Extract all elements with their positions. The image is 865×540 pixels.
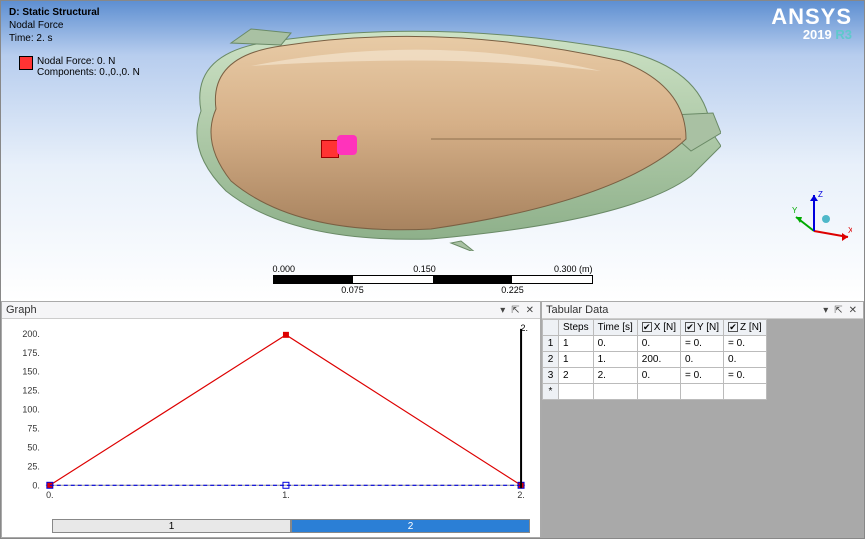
close-icon[interactable]: ✕ [524, 305, 536, 316]
graph-panel-header[interactable]: Graph ▾ ⇱ ✕ [2, 302, 540, 319]
bottom-panels: Graph ▾ ⇱ ✕ 200. 175. 150. 125. 100. [1, 301, 864, 538]
dropdown-icon[interactable]: ▾ [821, 305, 830, 316]
svg-text:0.: 0. [46, 490, 53, 500]
dropdown-icon[interactable]: ▾ [498, 305, 507, 316]
info-block: D: Static Structural Nodal Force Time: 2… [9, 6, 100, 45]
tabular-panel-header[interactable]: Tabular Data ▾ ⇱ ✕ [542, 302, 863, 319]
node-marker-icon [337, 135, 357, 155]
tabular-body: Steps Time [s] ✔X [N] ✔Y [N] ✔Z [N] 1 10… [542, 319, 863, 537]
legend: Nodal Force: 0. N Components: 0.,0.,0. N [19, 56, 140, 78]
model-geometry[interactable] [131, 21, 721, 251]
graph-chart[interactable]: 200. 175. 150. 125. 100. 75. 50. 25. 0. [2, 319, 540, 537]
svg-text:X: X [848, 226, 852, 235]
svg-text:175.: 175. [22, 348, 39, 358]
checkbox-icon[interactable]: ✔ [642, 322, 652, 332]
svg-text:150.: 150. [22, 367, 39, 377]
table-row[interactable]: 3 22. 0.= 0.= 0. [543, 368, 767, 384]
svg-text:50.: 50. [27, 442, 39, 452]
legend-text: Nodal Force: 0. N Components: 0.,0.,0. N [37, 56, 140, 78]
svg-text:0.: 0. [32, 480, 39, 490]
checkbox-icon[interactable]: ✔ [728, 322, 738, 332]
table-header-row: Steps Time [s] ✔X [N] ✔Y [N] ✔Z [N] [543, 320, 767, 336]
svg-text:Z: Z [818, 190, 823, 199]
step-bar[interactable]: 1 2 [52, 519, 530, 533]
legend-swatch [19, 56, 33, 70]
tabular-panel-title: Tabular Data [546, 304, 608, 316]
viewport-3d[interactable]: D: Static Structural Nodal Force Time: 2… [1, 1, 864, 301]
svg-text:100.: 100. [22, 405, 39, 415]
tabular-panel: Tabular Data ▾ ⇱ ✕ Steps Time [s] ✔X [N]… [541, 301, 864, 538]
load-marker[interactable] [321, 139, 353, 159]
triad-icon[interactable]: X Y Z [792, 189, 852, 249]
pin-icon[interactable]: ⇱ [832, 305, 844, 316]
svg-text:Y: Y [792, 206, 798, 215]
tabular-data-table[interactable]: Steps Time [s] ✔X [N] ✔Y [N] ✔Z [N] 1 10… [542, 319, 767, 400]
close-icon[interactable]: ✕ [847, 305, 859, 316]
scale-bar: 0.0000.1500.300 (m) 0.0750.225 [273, 264, 593, 295]
table-row[interactable]: 1 10. 0.= 0.= 0. [543, 336, 767, 352]
svg-text:1.: 1. [282, 490, 289, 500]
result-type: Nodal Force [9, 19, 100, 32]
table-row-blank[interactable]: * [543, 384, 767, 400]
brand-logo: ANSYS 2019 R3 [771, 7, 852, 42]
svg-text:200.: 200. [22, 329, 39, 339]
checkbox-icon[interactable]: ✔ [685, 322, 695, 332]
time-label: Time: 2. s [9, 32, 100, 45]
graph-panel: Graph ▾ ⇱ ✕ 200. 175. 150. 125. 100. [1, 301, 541, 538]
app-frame: D: Static Structural Nodal Force Time: 2… [0, 0, 865, 539]
graph-panel-title: Graph [6, 304, 37, 316]
table-row[interactable]: 2 11. 200.0.0. [543, 352, 767, 368]
svg-text:125.: 125. [22, 386, 39, 396]
svg-text:75.: 75. [27, 423, 39, 433]
svg-text:2.: 2. [521, 323, 528, 333]
step-segment-2[interactable]: 2 [291, 519, 530, 533]
svg-text:2.: 2. [517, 490, 524, 500]
pin-icon[interactable]: ⇱ [509, 305, 521, 316]
step-segment-1[interactable]: 1 [52, 519, 291, 533]
analysis-title: D: Static Structural [9, 6, 100, 19]
svg-text:25.: 25. [27, 461, 39, 471]
